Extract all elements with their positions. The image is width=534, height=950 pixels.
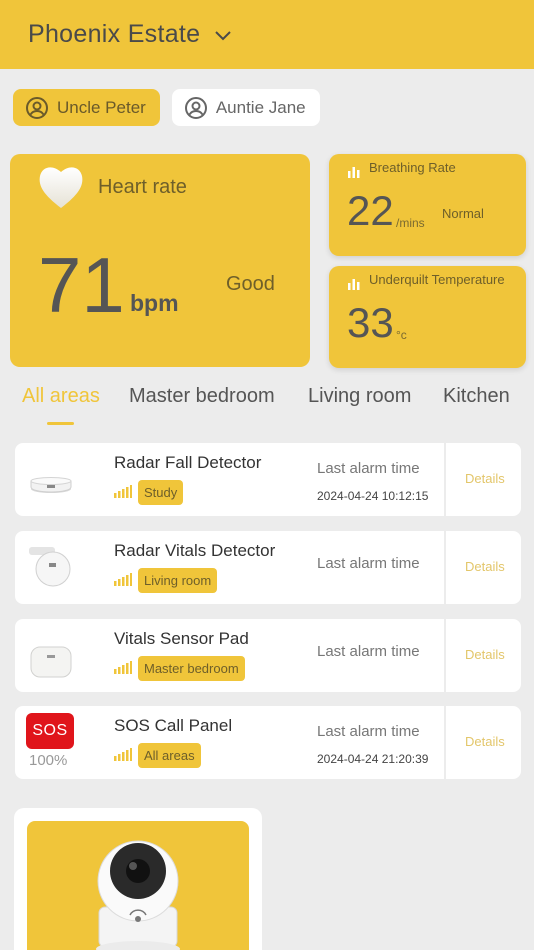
camera-card[interactable] bbox=[14, 808, 262, 950]
heart-rate-status: Good bbox=[226, 273, 275, 295]
device-name: SOS Call Panel bbox=[114, 716, 233, 735]
camera-preview bbox=[27, 821, 249, 950]
user-name: Uncle Peter bbox=[57, 97, 146, 117]
temperature-value: 33 bbox=[347, 299, 394, 346]
heart-rate-label: Heart rate bbox=[98, 176, 187, 198]
temperature-unit: °c bbox=[396, 328, 407, 342]
breathing-rate-value: 22 bbox=[347, 187, 394, 234]
temperature-label: Underquilt Temperature bbox=[369, 272, 505, 287]
heart-rate-value: 71 bbox=[38, 241, 125, 329]
tab-indicator bbox=[47, 422, 74, 425]
divider bbox=[444, 619, 446, 692]
tab-living-room[interactable]: Living room bbox=[308, 385, 411, 408]
camera-image bbox=[96, 840, 180, 950]
heart-icon bbox=[39, 167, 83, 208]
heart-rate-card[interactable]: Heart rate 71 bpm Good bbox=[10, 154, 310, 367]
breathing-rate-label: Breathing Rate bbox=[369, 160, 456, 175]
chart-bars-icon bbox=[348, 167, 360, 178]
location-badge: Master bedroom bbox=[138, 656, 245, 681]
user-chip-auntie-jane[interactable]: Auntie Jane bbox=[171, 89, 320, 126]
device-row-radar-fall-detector[interactable]: Radar Fall Detector Study Last alarm tim… bbox=[15, 443, 521, 516]
divider bbox=[444, 531, 446, 604]
location-badge: Study bbox=[138, 480, 184, 505]
user-name: Auntie Jane bbox=[215, 97, 306, 117]
signal-strength-icon bbox=[114, 748, 132, 761]
location-badge: Living room bbox=[138, 568, 218, 593]
device-row-vitals-sensor-pad[interactable]: Vitals Sensor Pad Master bedroom Last al… bbox=[15, 619, 521, 692]
device-name: Radar Fall Detector bbox=[114, 453, 262, 472]
chart-bars-icon bbox=[348, 279, 360, 290]
tab-kitchen[interactable]: Kitchen bbox=[443, 385, 510, 408]
last-alarm-label: Last alarm time bbox=[317, 555, 420, 572]
radar-fall-detector-image bbox=[30, 477, 72, 493]
user-chip-uncle-peter[interactable]: Uncle Peter bbox=[13, 89, 160, 126]
tab-master-bedroom[interactable]: Master bedroom bbox=[129, 385, 275, 408]
sos-badge: SOS bbox=[26, 713, 74, 749]
signal-strength-icon bbox=[114, 573, 132, 586]
signal-strength-icon bbox=[114, 661, 132, 674]
divider bbox=[444, 706, 446, 779]
signal-strength-icon bbox=[114, 485, 132, 498]
area-tabs: All areas Master bedroom Living room Kit… bbox=[0, 385, 534, 425]
divider bbox=[444, 443, 446, 516]
device-row-radar-vitals-detector[interactable]: Radar Vitals Detector Living room Last a… bbox=[15, 531, 521, 604]
last-alarm-time: 2024-04-24 10:12:15 bbox=[317, 489, 429, 503]
user-selector: Uncle Peter Auntie Jane bbox=[13, 89, 320, 126]
user-icon bbox=[184, 96, 207, 119]
location-badge: All areas bbox=[138, 743, 201, 768]
details-link[interactable]: Details bbox=[465, 559, 505, 574]
last-alarm-label: Last alarm time bbox=[317, 460, 420, 477]
battery-percentage: 100% bbox=[29, 752, 68, 769]
device-row-sos-call-panel[interactable]: SOS 100% SOS Call Panel All areas Last a… bbox=[15, 706, 521, 779]
last-alarm-label: Last alarm time bbox=[317, 643, 420, 660]
breathing-rate-unit: /mins bbox=[396, 216, 425, 230]
tab-all-areas[interactable]: All areas bbox=[22, 385, 100, 408]
breathing-rate-status: Normal bbox=[442, 206, 484, 221]
estate-title[interactable]: Phoenix Estate bbox=[28, 20, 200, 49]
last-alarm-time: 2024-04-24 21:20:39 bbox=[317, 752, 429, 766]
details-link[interactable]: Details bbox=[465, 647, 505, 662]
device-name: Radar Vitals Detector bbox=[114, 541, 276, 560]
last-alarm-label: Last alarm time bbox=[317, 723, 420, 740]
breathing-rate-card[interactable]: Breathing Rate 22 /mins Normal bbox=[329, 154, 526, 256]
details-link[interactable]: Details bbox=[465, 471, 505, 486]
underquilt-temperature-card[interactable]: Underquilt Temperature 33 °c bbox=[329, 266, 526, 368]
heart-rate-unit: bpm bbox=[130, 290, 179, 316]
details-link[interactable]: Details bbox=[465, 734, 505, 749]
device-name: Vitals Sensor Pad bbox=[114, 629, 249, 648]
vitals-sensor-pad-image bbox=[30, 646, 72, 678]
header: Phoenix Estate bbox=[0, 0, 534, 69]
chevron-down-icon[interactable] bbox=[214, 26, 232, 44]
user-icon bbox=[26, 96, 48, 119]
radar-vitals-detector-image bbox=[29, 547, 71, 587]
